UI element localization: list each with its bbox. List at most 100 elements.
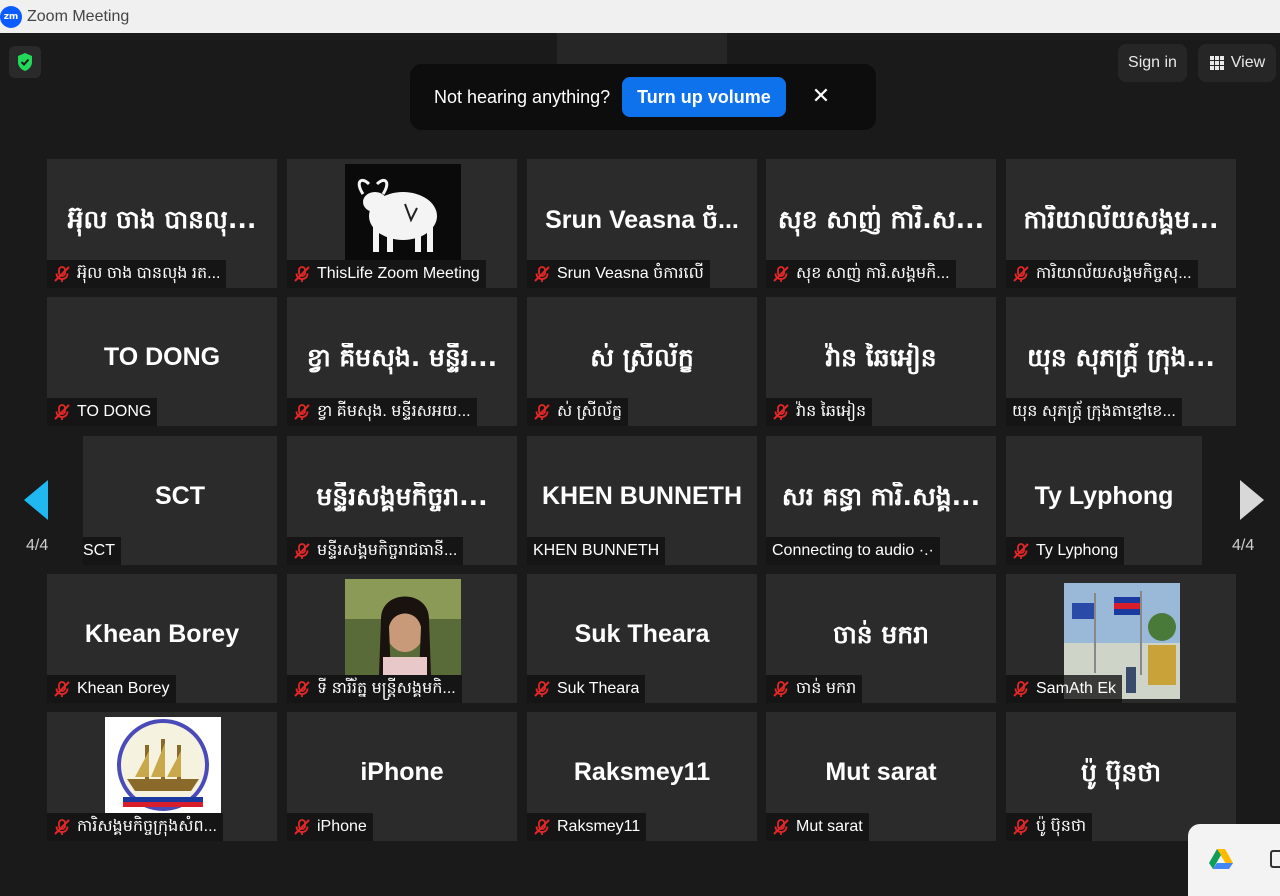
shield-icon [18, 53, 32, 71]
muted-mic-icon [534, 266, 550, 282]
participant-display-name: Khean Borey [84, 620, 240, 648]
participant-name-label: Suk Theara [527, 675, 646, 703]
participant-display-name: Raksmey11 [573, 758, 711, 786]
participant-tile[interactable]: មន្ទីរសង្គមកិច្ចរា... មន្ទីរសង្គមកិច្ចរាជ… [287, 436, 517, 565]
participant-name-label: Ty Lyphong [1006, 537, 1125, 565]
view-label: View [1230, 54, 1266, 71]
participant-tile[interactable]: យុន សុភក្ត្រ័ ក្រុង... យុន សុភក្ត្រ័ ក្រុ… [1006, 297, 1236, 426]
participant-tile[interactable]: Mut sarat Mut sarat [766, 712, 996, 841]
view-button[interactable]: View [1198, 44, 1276, 82]
participant-tile[interactable]: Srun Veasna ចំ... Srun Veasna ចំការលើ [527, 159, 757, 288]
participant-name-text: ការិសង្គមកិច្ចក្រុងសំព... [77, 818, 217, 835]
muted-mic-icon [1013, 266, 1029, 282]
participant-name-text: ការិយាល័យសង្គមកិច្ចសុ... [1036, 265, 1192, 282]
participant-tile[interactable]: ការិសង្គមកិច្ចក្រុងសំព... [47, 712, 277, 841]
google-drive-icon[interactable] [1208, 848, 1234, 870]
participant-tile[interactable]: អ៊ុល ចាង បានលុ... អ៊ុល ចាង បានលុង រត... [47, 159, 277, 288]
muted-mic-icon [294, 681, 310, 697]
participant-name-text: SamAth Ek [1036, 680, 1117, 697]
participant-display-name: ស់ ស្រីល័ក្ខ [590, 343, 694, 372]
participant-display-name: មន្ទីរសង្គមកិច្ចរា... [316, 482, 488, 511]
participant-tile[interactable]: ស់ ស្រីល័ក្ខ ស់ ស្រីល័ក្ខ [527, 297, 757, 426]
participant-display-name: ចាន់ មករា [833, 620, 929, 649]
participant-display-name: iPhone [360, 758, 444, 786]
participant-tile[interactable]: ទី នារីរ័ត្ន មន្ត្រីសង្គមកិ... [287, 574, 517, 703]
participant-tile[interactable]: ThisLife Zoom Meeting [287, 159, 517, 288]
sign-in-button[interactable]: Sign in [1118, 44, 1187, 82]
participant-tile[interactable]: ការិយាល័យសង្គម... ការិយាល័យសង្គមកិច្ចសុ..… [1006, 159, 1236, 288]
turn-up-volume-button[interactable]: Turn up volume [622, 77, 786, 117]
participant-name-label: យុន សុភក្ត្រ័ ក្រុងតាខ្មៅខេ... [1006, 398, 1182, 426]
participant-name-text: អ៊ុល ចាង បានលុង រត... [77, 265, 221, 282]
participant-name-label: ស់ ស្រីល័ក្ខ [527, 398, 629, 426]
participant-tile[interactable]: KHEN BUNNETH KHEN BUNNETH [527, 436, 757, 565]
muted-mic-icon [54, 681, 70, 697]
participant-tile[interactable]: Ty Lyphong Ty Lyphong [1006, 436, 1202, 565]
participant-name-text: Ty Lyphong [1036, 542, 1119, 559]
participant-display-name: សរ គន្ធា ការិ.សង្គ... [781, 482, 981, 511]
muted-mic-icon [1013, 543, 1029, 559]
participant-tile[interactable]: Khean Borey Khean Borey [47, 574, 277, 703]
participant-tile[interactable]: សុខ សាញ់ ការិ.ស... សុខ សាញ់ ការិ.សង្គមកិ.… [766, 159, 996, 288]
participant-name-label: ខ្វា គីមសុង. មន្ទីរសអយ... [287, 398, 477, 426]
participant-tile[interactable]: វ៉ាន ឆៃអៀន វ៉ាន ឆៃអៀន [766, 297, 996, 426]
participant-name-text: Srun Veasna ចំការលើ [557, 265, 704, 282]
participant-tile[interactable]: SCT SCT [83, 436, 277, 565]
muted-mic-icon [294, 266, 310, 282]
taskbar-dock [1188, 824, 1280, 896]
participant-tile[interactable]: Raksmey11 Raksmey11 [527, 712, 757, 841]
participant-name-label: Raksmey11 [527, 813, 647, 841]
next-page-arrow-icon[interactable] [1236, 476, 1266, 524]
sign-in-label: Sign in [1128, 54, 1177, 71]
participant-name-label: សុខ សាញ់ ការិ.សង្គមកិ... [766, 260, 956, 288]
participant-tile[interactable]: សរ គន្ធា ការិ.សង្គ... Connecting to audio… [766, 436, 996, 565]
muted-mic-icon [294, 404, 310, 420]
participant-tile[interactable]: Suk Theara Suk Theara [527, 574, 757, 703]
window-title: Zoom Meeting [27, 7, 130, 25]
close-icon[interactable]: ✕ [812, 86, 830, 108]
grid-view-icon [1209, 56, 1224, 70]
participant-name-label: ប៉ូ ប៊ុនថា [1006, 813, 1093, 841]
previous-page-arrow-icon[interactable] [22, 476, 52, 524]
window-titlebar: zm Zoom Meeting [0, 0, 1280, 33]
participant-name-text: Suk Theara [557, 680, 640, 697]
app-icon-partial[interactable] [1270, 850, 1280, 868]
muted-mic-icon [534, 681, 550, 697]
participant-tile[interactable]: ចាន់ មករា ចាន់ មករា [766, 574, 996, 703]
participant-name-label: ThisLife Zoom Meeting [287, 260, 486, 288]
muted-mic-icon [773, 404, 789, 420]
participant-name-label: iPhone [287, 813, 373, 841]
participant-name-text: ThisLife Zoom Meeting [317, 265, 480, 282]
participant-name-text: យុន សុភក្ត្រ័ ក្រុងតាខ្មៅខេ... [1012, 403, 1176, 420]
muted-mic-icon [54, 404, 70, 420]
muted-mic-icon [534, 819, 550, 835]
participant-display-name: យុន សុភក្ត្រ័ ក្រុង... [1027, 343, 1215, 372]
participant-tile[interactable]: TO DONG TO DONG [47, 297, 277, 426]
participant-name-text: មន្ទីរសង្គមកិច្ចរាជធានី... [317, 542, 458, 559]
participant-display-name: ប៉ូ ប៊ុនថា [1080, 758, 1162, 787]
avatar-person-photo [345, 579, 461, 675]
participant-tile[interactable]: ខ្វា គីមសុង. មន្ទីរ... ខ្វា គីមសុង. មន្ទី… [287, 297, 517, 426]
participant-display-name: ការិយាល័យសង្គម... [1023, 205, 1219, 234]
participant-tile[interactable]: iPhone iPhone [287, 712, 517, 841]
participant-tile[interactable]: SamAth Ek [1006, 574, 1236, 703]
avatar-emblem-logo [105, 717, 221, 813]
participant-name-label: ទី នារីរ័ត្ន មន្ត្រីសង្គមកិ... [287, 675, 462, 703]
muted-mic-icon [773, 266, 789, 282]
participant-display-name: TO DONG [103, 343, 221, 371]
participant-display-name: Suk Theara [574, 620, 710, 648]
participant-name-text: Connecting to audio ·.· [772, 542, 934, 559]
participant-name-label: Srun Veasna ចំការលើ [527, 260, 710, 288]
participant-display-name: Mut sarat [825, 758, 937, 786]
participant-name-text: TO DONG [77, 403, 152, 420]
participant-name-label: SCT [83, 537, 121, 565]
muted-mic-icon [54, 819, 70, 835]
participant-display-name: អ៊ុល ចាង បានលុ... [67, 205, 257, 234]
participant-name-text: វ៉ាន ឆៃអៀន [796, 403, 867, 420]
muted-mic-icon [1013, 681, 1029, 697]
participant-tile[interactable]: ប៉ូ ប៊ុនថា ប៉ូ ប៊ុនថា [1006, 712, 1236, 841]
encryption-shield-button[interactable] [9, 46, 41, 78]
participant-display-name: សុខ សាញ់ ការិ.ស... [777, 205, 985, 234]
participant-name-text: iPhone [317, 818, 367, 835]
participant-display-name: Ty Lyphong [1034, 482, 1174, 510]
